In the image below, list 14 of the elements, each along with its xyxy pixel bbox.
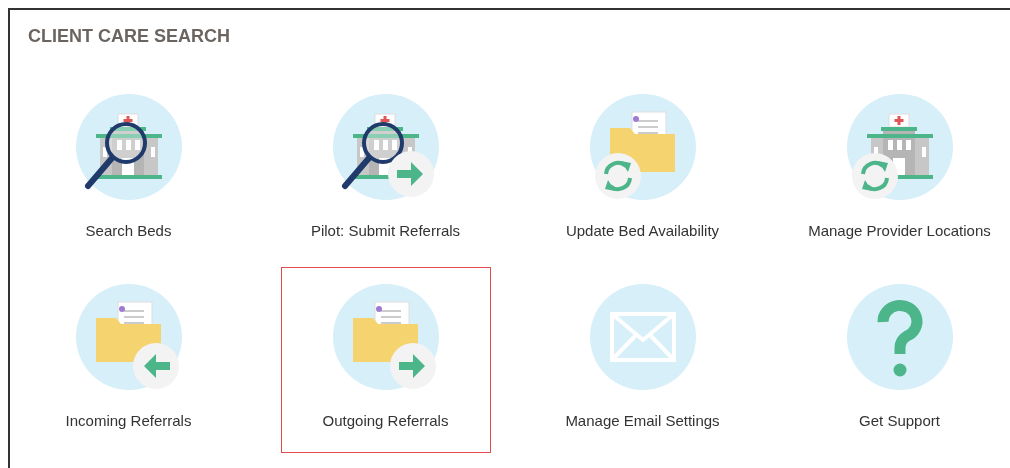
menu-tile[interactable]: Manage Provider Locations <box>794 77 1005 263</box>
hospital-refresh-icon <box>844 92 955 202</box>
menu-tile[interactable]: Get Support <box>794 267 1005 453</box>
menu-tile[interactable]: Pilot: Submit Referrals <box>280 77 491 263</box>
question-mark-icon <box>844 282 955 392</box>
menu-tile[interactable]: Outgoing Referrals <box>280 267 491 453</box>
hospital-magnifier-icon <box>73 92 184 202</box>
envelope-icon <box>587 282 698 392</box>
menu-tile[interactable]: Manage Email Settings <box>537 267 748 453</box>
folder-refresh-icon <box>587 92 698 202</box>
menu-tile[interactable]: Search Beds <box>23 77 234 263</box>
menu-tile[interactable]: Update Bed Availability <box>537 77 748 263</box>
menu-tile[interactable]: Incoming Referrals <box>23 267 234 453</box>
panel-title: CLIENT CARE SEARCH <box>28 26 230 47</box>
